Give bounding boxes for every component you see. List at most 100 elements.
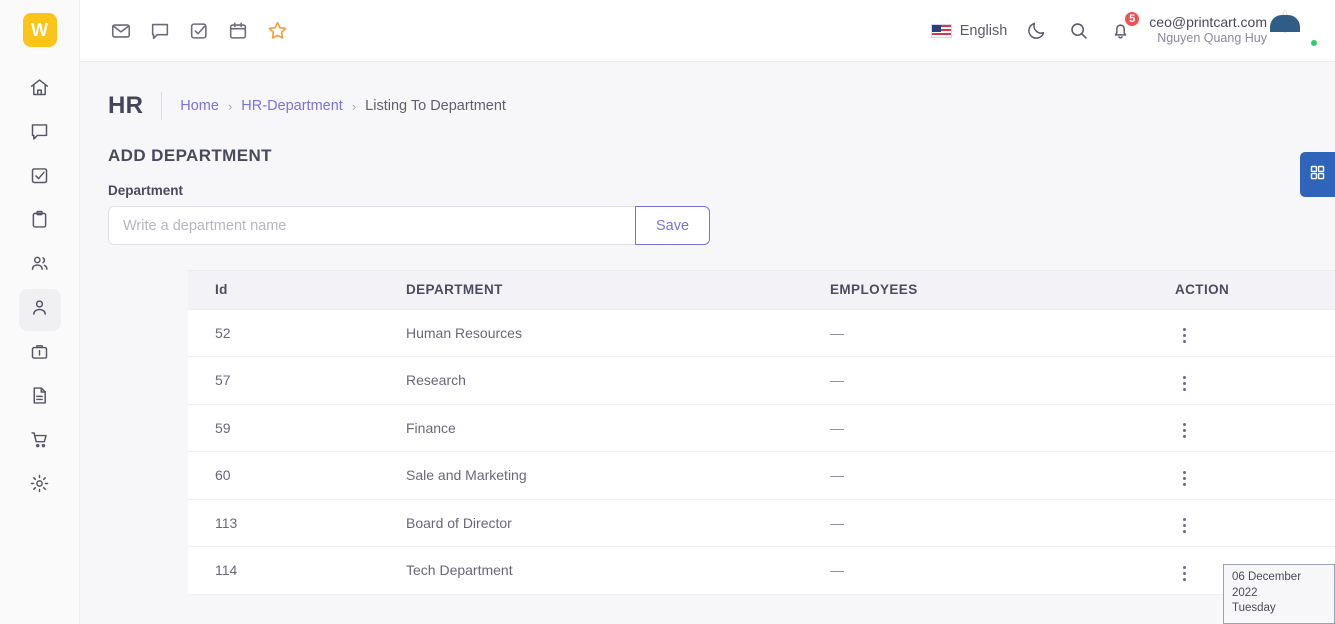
column-header-employees[interactable]: EMPLOYEES	[830, 271, 1175, 310]
language-selector[interactable]: English	[930, 22, 1008, 39]
save-button[interactable]: Save	[635, 206, 710, 245]
avatar[interactable]	[1270, 10, 1319, 49]
sidebar-item-chat[interactable]	[19, 113, 61, 155]
breadcrumb-item-hr-department[interactable]: HR-Department	[241, 98, 343, 114]
column-header-department[interactable]: DEPARTMENT	[406, 271, 830, 310]
column-header-id[interactable]: Id	[188, 271, 406, 310]
breadcrumb-item-home[interactable]: Home	[180, 98, 219, 114]
cell-department: Sale and Marketing	[406, 451, 830, 500]
mail-icon[interactable]	[108, 18, 134, 44]
cell-action	[1175, 499, 1335, 547]
cell-department: Board of Director	[406, 499, 830, 547]
main-column: English 5 ceo@printcart.com Nguyen Quang…	[80, 0, 1335, 624]
sidebar-item-tasks[interactable]	[19, 157, 61, 199]
language-label: English	[959, 22, 1008, 39]
home-icon	[29, 77, 50, 103]
departments-table: Id DEPARTMENT EMPLOYEES ACTION 52 Human R…	[188, 270, 1335, 595]
app-logo[interactable]: W	[22, 13, 57, 47]
breadcrumb: Home › HR-Department › Listing To Depart…	[180, 98, 506, 114]
clipboard-icon	[29, 209, 50, 235]
quick-actions	[108, 18, 290, 44]
calendar-icon[interactable]	[225, 18, 251, 44]
cell-employees: —	[830, 404, 1175, 452]
row-actions-menu-icon[interactable]	[1175, 514, 1194, 537]
cell-action	[1175, 451, 1335, 500]
check-square-icon	[29, 165, 50, 191]
sidebar-item-users[interactable]	[19, 245, 61, 287]
chat-icon[interactable]	[147, 18, 173, 44]
cell-employees: —	[830, 451, 1175, 500]
cell-action	[1175, 356, 1335, 405]
row-actions-menu-icon[interactable]	[1175, 324, 1194, 347]
cell-employees: —	[830, 546, 1175, 595]
chat-icon	[29, 121, 50, 147]
cell-department: Research	[406, 356, 830, 405]
column-header-action[interactable]: ACTION	[1175, 271, 1335, 310]
sidebar-item-home[interactable]	[19, 69, 61, 111]
notifications-button[interactable]: 5	[1107, 9, 1142, 44]
cell-department: Tech Department	[406, 546, 830, 595]
cart-icon	[29, 429, 50, 455]
cell-action	[1175, 309, 1335, 357]
department-input[interactable]	[108, 206, 636, 245]
cell-department: Finance	[406, 404, 830, 452]
add-department-form: Department Save	[108, 183, 1335, 245]
table-row[interactable]: 114 Tech Department —	[188, 546, 1335, 595]
row-actions-menu-icon[interactable]	[1175, 419, 1194, 442]
sidebar-item-cart[interactable]	[19, 421, 61, 463]
sidebar-item-documents[interactable]	[19, 377, 61, 419]
page-body: HR Home › HR-Department › Listing To Dep…	[80, 62, 1335, 624]
user-name: Nguyen Quang Huy	[1157, 31, 1267, 46]
users-icon	[29, 253, 50, 279]
gear-icon	[29, 473, 50, 499]
table-row[interactable]: 52 Human Resources —	[188, 309, 1335, 357]
row-actions-menu-icon[interactable]	[1175, 467, 1194, 490]
user-email: ceo@printcart.com	[1149, 13, 1267, 30]
topbar: English 5 ceo@printcart.com Nguyen Quang…	[80, 0, 1335, 62]
page-header: HR Home › HR-Department › Listing To Dep…	[80, 62, 1335, 120]
date-widget: 06 December 2022 Tuesday	[1223, 564, 1335, 624]
row-actions-menu-icon[interactable]	[1175, 562, 1194, 585]
sidebar-item-clipboard[interactable]	[19, 201, 61, 243]
chevron-right-icon: ›	[351, 98, 357, 114]
table-row[interactable]: 113 Board of Director —	[188, 499, 1335, 547]
sidebar-item-settings[interactable]	[19, 465, 61, 507]
date-value: 06 December 2022	[1232, 571, 1302, 599]
cell-employees: —	[830, 309, 1175, 357]
cell-id: 60	[188, 451, 406, 500]
divider	[161, 92, 163, 120]
weekday-value: Tuesday	[1232, 602, 1276, 615]
table-row[interactable]: 59 Finance —	[188, 404, 1335, 452]
department-label: Department	[108, 183, 184, 198]
cell-id: 114	[188, 546, 406, 595]
cell-employees: —	[830, 356, 1175, 405]
table-row[interactable]: 57 Research —	[188, 356, 1335, 405]
chevron-right-icon: ›	[227, 98, 233, 114]
sidebar-item-briefcase[interactable]	[19, 333, 61, 375]
person-icon	[29, 297, 50, 323]
star-icon[interactable]	[264, 18, 290, 44]
document-icon	[29, 385, 50, 411]
grid-view-button[interactable]	[1300, 152, 1335, 197]
briefcase-icon	[29, 341, 50, 367]
sidebar: W	[0, 0, 80, 624]
check-square-icon[interactable]	[186, 18, 212, 44]
cell-employees: —	[830, 499, 1175, 547]
cell-id: 52	[188, 309, 406, 357]
table-row[interactable]: 60 Sale and Marketing —	[188, 451, 1335, 500]
section-title: ADD DEPARTMENT	[108, 146, 272, 165]
table-header-row: Id DEPARTMENT EMPLOYEES ACTION	[188, 271, 1335, 310]
cell-id: 59	[188, 404, 406, 452]
user-info[interactable]: ceo@printcart.com Nguyen Quang Huy	[1149, 14, 1267, 47]
search-icon[interactable]	[1065, 18, 1091, 44]
avatar-image	[1270, 10, 1300, 32]
sidebar-item-profile[interactable]	[18, 289, 61, 331]
topbar-right: English 5 ceo@printcart.com Nguyen Quang…	[930, 9, 1323, 49]
us-flag-icon	[930, 23, 952, 38]
table-body: 52 Human Resources —57 Research —59 Finance —6…	[188, 309, 1335, 595]
cell-department: Human Resources	[406, 309, 830, 357]
moon-icon[interactable]	[1023, 18, 1049, 44]
breadcrumb-item-current: Listing To Department	[365, 98, 506, 114]
row-actions-menu-icon[interactable]	[1175, 372, 1194, 395]
cell-id: 113	[188, 499, 406, 547]
